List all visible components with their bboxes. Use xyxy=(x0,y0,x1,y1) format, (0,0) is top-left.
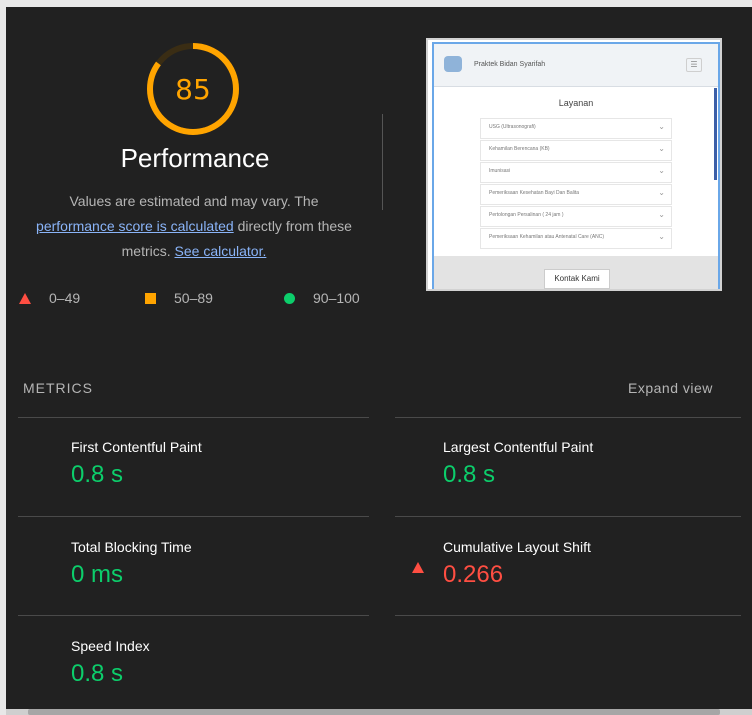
hamburger-menu-icon: ☰ xyxy=(686,58,702,72)
list-item: USG (Ultrasonografi) ⌄ xyxy=(480,118,672,139)
description-text-2: directly from these xyxy=(237,218,352,234)
contact-button: Kontak Kami xyxy=(544,269,610,289)
list-item-label: Pertolongan Persalinan ( 24 jam ) xyxy=(489,212,564,218)
metric-status xyxy=(412,545,424,573)
metric-largest-contentful-paint: Largest Contentful Paint 0.8 s xyxy=(412,437,742,517)
list-item-label: Pemeriksaan Kesehatan Bayi Dan Balita xyxy=(489,190,580,196)
performance-score-gauge: 85 xyxy=(143,39,243,139)
chevron-down-icon: ⌄ xyxy=(658,144,665,153)
metrics-divider xyxy=(18,516,369,517)
list-item-label: Imunisasi xyxy=(489,168,511,174)
metric-title: First Contentful Paint xyxy=(71,439,202,455)
services-heading: Layanan xyxy=(558,98,594,108)
chevron-down-icon: ⌄ xyxy=(658,188,665,197)
orange-square-icon xyxy=(145,292,156,304)
red-triangle-icon xyxy=(19,292,31,304)
score-legend: 0–49 50–89 90–100 xyxy=(6,290,386,310)
metric-value: 0.8 s xyxy=(71,461,124,488)
list-item-label: Pemeriksaan Kehamilan atau Antenatal Car… xyxy=(489,234,605,240)
scroll-edge xyxy=(714,88,717,180)
description-text-1: Values are estimated and may vary. The xyxy=(69,193,319,209)
description-text-3: metrics. xyxy=(121,243,171,259)
metric-value: 0 ms xyxy=(71,561,124,588)
list-item-label: USG (Ultrasonografi) xyxy=(489,124,536,130)
metrics-divider xyxy=(395,417,741,418)
list-item: Pertolongan Persalinan ( 24 jam ) ⌄ xyxy=(480,206,672,227)
red-triangle-icon xyxy=(412,545,424,573)
horizontal-scrollbar[interactable] xyxy=(6,709,752,715)
green-circle-icon xyxy=(284,292,295,304)
metrics-divider xyxy=(395,615,741,616)
list-item-label: Kehamilan Berencana (KB) xyxy=(489,146,550,152)
performance-score-link[interactable]: performance score is calculated xyxy=(36,218,234,234)
scrollbar-thumb[interactable] xyxy=(28,709,720,715)
legend-pass-range: 90–100 xyxy=(313,290,360,306)
final-screenshot-thumbnail[interactable]: Praktek Bidan Syarifah ☰ Layanan USG (Ul… xyxy=(426,38,722,291)
metric-title: Cumulative Layout Shift xyxy=(443,539,591,555)
metric-cumulative-layout-shift: Cumulative Layout Shift 0.266 xyxy=(412,537,742,617)
metric-title: Total Blocking Time xyxy=(71,539,192,555)
metric-value: 0.266 xyxy=(443,561,504,588)
chevron-down-icon: ⌄ xyxy=(658,210,665,219)
metrics-heading: METRICS xyxy=(23,380,93,396)
lighthouse-report-panel: 85 Performance Values are estimated and … xyxy=(6,7,752,709)
metric-title: Largest Contentful Paint xyxy=(443,439,594,455)
score-description: Values are estimated and may vary. The p… xyxy=(18,189,370,264)
list-item: Pemeriksaan Kesehatan Bayi Dan Balita ⌄ xyxy=(480,184,672,205)
legend-fail: 0–49 xyxy=(19,290,80,306)
window-top-edge xyxy=(0,0,752,7)
see-calculator-link[interactable]: See calculator. xyxy=(175,243,267,259)
metrics-divider xyxy=(18,615,369,616)
legend-average: 50–89 xyxy=(145,290,213,306)
metric-value: 0.8 s xyxy=(443,461,496,488)
site-name: Praktek Bidan Syarifah xyxy=(474,61,546,68)
metric-total-blocking-time: Total Blocking Time 0 ms xyxy=(40,537,370,617)
category-title: Performance xyxy=(120,143,270,173)
metric-title: Speed Index xyxy=(71,638,150,654)
metric-speed-index: Speed Index 0.8 s xyxy=(40,636,370,709)
services-list: USG (Ultrasonografi) ⌄ Kehamilan Berencan… xyxy=(480,118,672,250)
legend-average-range: 50–89 xyxy=(174,290,213,306)
expand-view-button[interactable]: Expand view xyxy=(628,380,713,396)
legend-fail-range: 0–49 xyxy=(49,290,81,306)
chevron-down-icon: ⌄ xyxy=(658,122,665,131)
legend-pass: 90–100 xyxy=(284,290,360,306)
site-logo-icon xyxy=(444,56,462,72)
metrics-divider xyxy=(18,417,369,418)
chevron-down-icon: ⌄ xyxy=(658,232,665,241)
screenshot-frame: Praktek Bidan Syarifah ☰ Layanan USG (Ul… xyxy=(432,42,720,289)
site-header: Praktek Bidan Syarifah ☰ xyxy=(434,44,718,87)
list-item: Imunisasi ⌄ xyxy=(480,162,672,183)
chevron-down-icon: ⌄ xyxy=(658,166,665,175)
list-item: Pemeriksaan Kehamilan atau Antenatal Car… xyxy=(480,228,672,249)
performance-score-value: 85 xyxy=(175,72,211,106)
metric-value: 0.8 s xyxy=(71,660,124,687)
list-item: Kehamilan Berencana (KB) ⌄ xyxy=(480,140,672,161)
metric-first-contentful-paint: First Contentful Paint 0.8 s xyxy=(40,437,370,517)
vertical-divider xyxy=(382,114,383,210)
metrics-divider xyxy=(395,516,741,517)
